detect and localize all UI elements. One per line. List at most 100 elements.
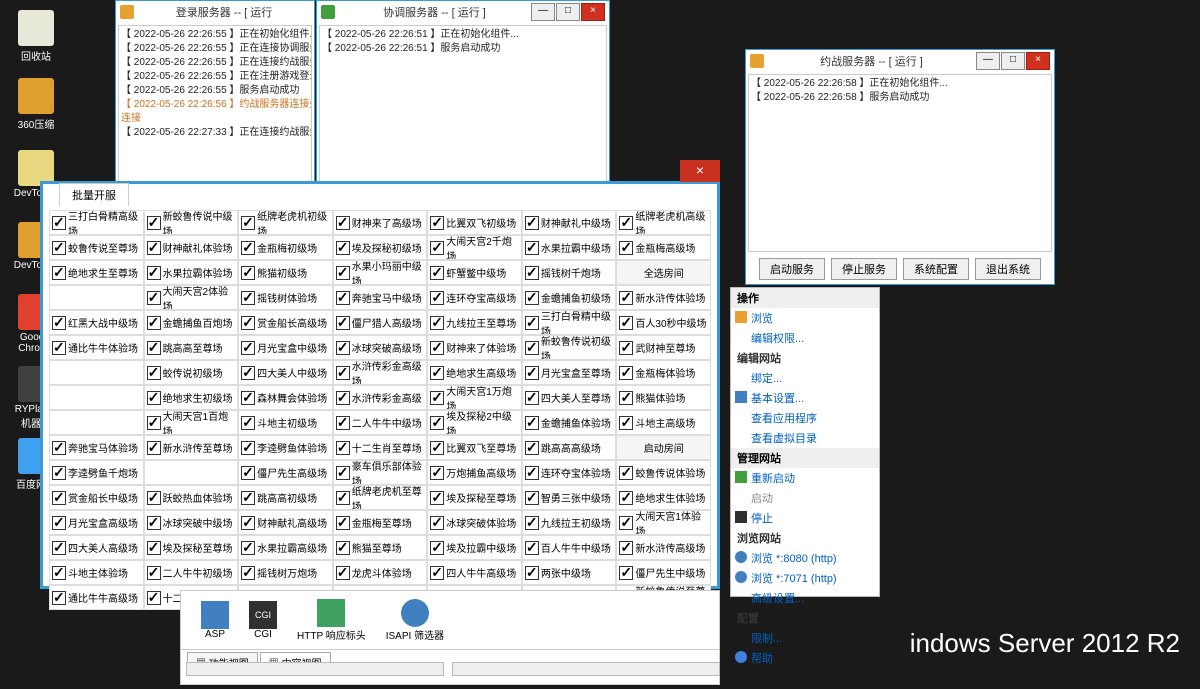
room-checkbox[interactable]: 冰球突破中级场	[144, 510, 239, 535]
room-checkbox[interactable]: 金蟾捕鱼初级场	[522, 285, 617, 310]
iis-actions-panel[interactable]: 操作 浏览 编辑权限... 编辑网站 绑定... 基本设置... 查看应用程序 …	[730, 287, 880, 597]
room-checkbox[interactable]: 水果拉霸体验场	[144, 260, 239, 285]
room-checkbox[interactable]: 僵尸先生高级场	[238, 460, 333, 485]
room-checkbox[interactable]: 新蛟鲁传说中级场	[144, 210, 239, 235]
room-checkbox[interactable]: 水果拉霸中级场	[522, 235, 617, 260]
room-checkbox[interactable]: 僵尸猎人高级场	[333, 310, 428, 335]
room-checkbox[interactable]: 财神献礼体验场	[144, 235, 239, 260]
room-checkbox[interactable]: 蛟鲁传说体验场	[616, 460, 711, 485]
room-checkbox[interactable]: 熊猫体验场	[616, 385, 711, 410]
room-checkbox[interactable]: 财神来了体验场	[427, 335, 522, 360]
room-checkbox[interactable]: 财神来了高级场	[333, 210, 428, 235]
room-checkbox[interactable]: 九线拉王初级场	[522, 510, 617, 535]
room-checkbox[interactable]: 百人30秒中级场	[616, 310, 711, 335]
titlebar[interactable]: 协调服务器 -- [ 运行 ] — □ ×	[317, 1, 609, 23]
room-checkbox[interactable]: 十二生肖至尊场	[333, 435, 428, 460]
desktop-icon[interactable]: 回收站	[12, 10, 60, 63]
binding-link[interactable]: 绑定...	[731, 368, 879, 388]
room-checkbox[interactable]: 大闹天宫2千炮场	[427, 235, 522, 260]
room-checkbox[interactable]: 纸牌老虎机高级场	[616, 210, 711, 235]
view-dir-link[interactable]: 查看虚拟目录	[731, 428, 879, 448]
room-checkbox[interactable]: 豪车俱乐部体验场	[333, 460, 428, 485]
help-link[interactable]: 帮助	[731, 648, 879, 668]
restart-link[interactable]: 重新启动	[731, 468, 879, 488]
room-checkbox[interactable]: 斗地主初级场	[238, 410, 333, 435]
room-checkbox[interactable]: 冰球突破高级场	[333, 335, 428, 360]
batch-tab[interactable]: 批量开服	[59, 183, 129, 206]
room-checkbox[interactable]: 森林舞会体验场	[238, 385, 333, 410]
room-checkbox[interactable]: 赏金船长中级场	[49, 485, 144, 510]
room-checkbox[interactable]: 九线拉王至尊场	[427, 310, 522, 335]
room-checkbox[interactable]: 金瓶梅高级场	[616, 235, 711, 260]
stop-link[interactable]: 停止	[731, 508, 879, 528]
room-checkbox[interactable]: 连环夺宝高级场	[427, 285, 522, 310]
room-checkbox[interactable]: 李逵劈鱼体验场	[238, 435, 333, 460]
room-checkbox[interactable]: 摇钱树千炮场	[522, 260, 617, 285]
room-checkbox[interactable]: 跳高高至尊场	[144, 335, 239, 360]
maximize-button[interactable]: □	[556, 3, 580, 21]
room-checkbox[interactable]: 蛟传说初级场	[144, 360, 239, 385]
room-checkbox[interactable]: 龙虎斗体验场	[333, 560, 428, 585]
room-checkbox[interactable]: 赏金船长高级场	[238, 310, 333, 335]
room-checkbox[interactable]: 二人牛牛初级场	[144, 560, 239, 585]
room-checkbox[interactable]: 李逵劈鱼千炮场	[49, 460, 144, 485]
room-checkbox[interactable]: 水果小玛丽中级场	[333, 260, 428, 285]
room-checkbox[interactable]: 三打白骨精高级场	[49, 210, 144, 235]
room-checkbox[interactable]: 金蟾捕鱼体验场	[522, 410, 617, 435]
close-button[interactable]: ×	[581, 3, 605, 21]
room-checkbox[interactable]: 埃及探秘初级场	[333, 235, 428, 260]
room-checkbox[interactable]: 财神献礼高级场	[238, 510, 333, 535]
room-checkbox[interactable]: 新水浒传高级场	[616, 535, 711, 560]
room-checkbox[interactable]: 蛟鲁传说至尊场	[49, 235, 144, 260]
close-button[interactable]: ×	[1026, 52, 1050, 70]
start-rooms-button[interactable]: 启动房间	[616, 435, 711, 460]
room-checkbox[interactable]: 僵尸先生中级场	[616, 560, 711, 585]
battle-server-window[interactable]: 约战服务器 -- [ 运行 ] — □ × 【 2022-05-26 22:26…	[745, 49, 1055, 285]
room-checkbox[interactable]: 绝地求生初级场	[144, 385, 239, 410]
stop-button[interactable]: 停止服务	[831, 258, 897, 280]
room-checkbox[interactable]: 四大美人至尊场	[522, 385, 617, 410]
room-checkbox[interactable]: 金瓶梅初级场	[238, 235, 333, 260]
room-checkbox[interactable]: 奔驰宝马体验场	[49, 435, 144, 460]
room-checkbox[interactable]: 金瓶梅至尊场	[333, 510, 428, 535]
room-checkbox[interactable]: 月光宝盒中级场	[238, 335, 333, 360]
room-checkbox[interactable]: 万炮捕鱼高级场	[427, 460, 522, 485]
room-checkbox[interactable]: 新蛟鲁传说初级场	[522, 335, 617, 360]
adv-settings-link[interactable]: 高级设置...	[731, 588, 879, 608]
room-checkbox[interactable]: 比翼双飞初级场	[427, 210, 522, 235]
room-checkbox[interactable]: 比翼双飞至尊场	[427, 435, 522, 460]
room-checkbox[interactable]: 埃及探秘至尊场	[427, 485, 522, 510]
cgi-feature[interactable]: CGICGI	[249, 601, 277, 640]
room-checkbox[interactable]: 通比牛牛高级场	[49, 585, 144, 610]
room-checkbox[interactable]: 连环夺宝体验场	[522, 460, 617, 485]
room-checkbox[interactable]: 奔驰宝马中级场	[333, 285, 428, 310]
maximize-button[interactable]: □	[1001, 52, 1025, 70]
room-checkbox[interactable]: 跳高高高级场	[522, 435, 617, 460]
room-checkbox[interactable]: 智勇三张中级场	[522, 485, 617, 510]
room-checkbox[interactable]: 水浒传彩金高级	[333, 385, 428, 410]
room-checkbox[interactable]: 绝地求生高级场	[427, 360, 522, 385]
room-checkbox[interactable]: 大闹天宫1万炮场	[427, 385, 522, 410]
select-all-button[interactable]: 全选房间	[616, 260, 711, 285]
browse-8080-link[interactable]: 浏览 *:8080 (http)	[731, 548, 879, 568]
scrollbar[interactable]	[186, 662, 444, 676]
room-checkbox[interactable]: 绝地求生体验场	[616, 485, 711, 510]
room-checkbox[interactable]: 三打白骨精中级场	[522, 310, 617, 335]
minimize-button[interactable]: —	[531, 3, 555, 21]
room-checkbox[interactable]: 埃及拉霸中级场	[427, 535, 522, 560]
asp-feature[interactable]: ASP	[201, 601, 229, 640]
close-button[interactable]: ×	[680, 160, 720, 182]
room-checkbox[interactable]: 两张中级场	[522, 560, 617, 585]
room-checkbox[interactable]: 百人牛牛中级场	[522, 535, 617, 560]
isapi-feature[interactable]: ISAPI 筛选器	[386, 599, 444, 642]
room-checkbox[interactable]: 大闹天宫1百炮场	[144, 410, 239, 435]
browse-7071-link[interactable]: 浏览 *:7071 (http)	[731, 568, 879, 588]
room-checkbox[interactable]: 跃蛟热血体验场	[144, 485, 239, 510]
room-checkbox[interactable]: 大闹天宫1体验场	[616, 510, 711, 535]
room-checkbox[interactable]: 四大美人中级场	[238, 360, 333, 385]
exit-button[interactable]: 退出系统	[975, 258, 1041, 280]
scrollbar[interactable]	[452, 662, 720, 676]
room-checkbox[interactable]: 绝地求生至尊场	[49, 260, 144, 285]
room-checkbox[interactable]: 熊猫初级场	[238, 260, 333, 285]
browse-link[interactable]: 浏览	[731, 308, 879, 328]
